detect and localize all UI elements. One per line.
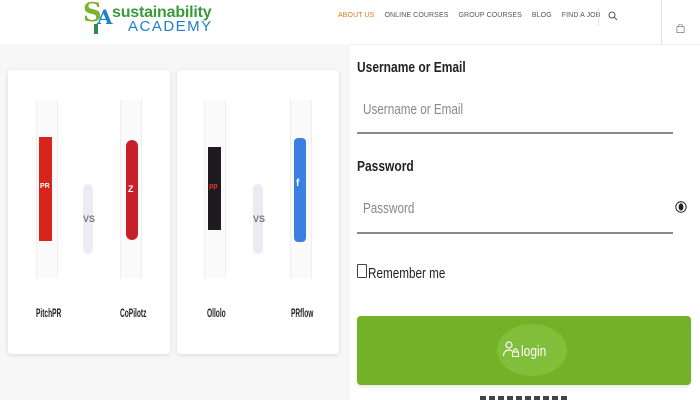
site-logo[interactable]: SA sustainability ACADEMY	[82, 0, 222, 38]
brand-name: CoPilotz	[120, 306, 147, 320]
vs-badge: VS	[253, 184, 265, 254]
brand-name: PitchPR	[36, 306, 62, 320]
brand-name: PRflow	[291, 306, 314, 320]
nav-item-about-us[interactable]: ABOUT US	[338, 12, 374, 19]
shopping-bag-icon[interactable]	[676, 24, 685, 33]
copilotz-logo: Z	[126, 140, 138, 240]
prflow-logo: f	[294, 138, 306, 242]
login-button[interactable]: login	[357, 316, 691, 385]
nav-divider	[661, 0, 662, 44]
site-header: SA sustainability ACADEMY ABOUT US ONLIN…	[0, 0, 700, 45]
remember-me-label[interactable]: Remember me	[368, 265, 445, 282]
password-input[interactable]	[357, 186, 673, 234]
nav-item-group-courses[interactable]: GROUP COURSES	[459, 12, 522, 19]
user-lock-icon	[502, 341, 520, 358]
username-label: Username or Email	[357, 59, 466, 76]
pitchpr-logo: PR	[39, 137, 52, 241]
main-nav: ABOUT US ONLINE COURSES GROUP COURSES BL…	[338, 12, 601, 19]
search-icon[interactable]	[608, 11, 618, 21]
comparison-card[interactable]: PR VS Z PitchPR CoPilotz	[8, 70, 170, 354]
comparison-card[interactable]: pp VS f PRflow Ollolo	[177, 70, 339, 354]
brand-name: Ollolo	[207, 306, 226, 320]
password-label: Password	[357, 158, 414, 175]
remember-me-checkbox[interactable]	[357, 264, 367, 278]
show-password-eye-icon[interactable]	[675, 201, 687, 213]
logo-line-2: ACADEMY	[128, 18, 213, 35]
nav-item-blog[interactable]: BLOG	[532, 12, 552, 19]
login-button-label: login	[521, 343, 547, 360]
username-input[interactable]	[357, 86, 673, 134]
nav-item-find-a-job[interactable]: FIND A JOB	[562, 12, 601, 19]
nav-item-online-courses[interactable]: ONLINE COURSES	[384, 12, 448, 19]
forgot-password-link[interactable]	[480, 396, 570, 400]
nav-divider	[598, 8, 599, 26]
ollolo-logo: pp	[208, 147, 221, 230]
vs-badge: VS	[83, 184, 95, 254]
